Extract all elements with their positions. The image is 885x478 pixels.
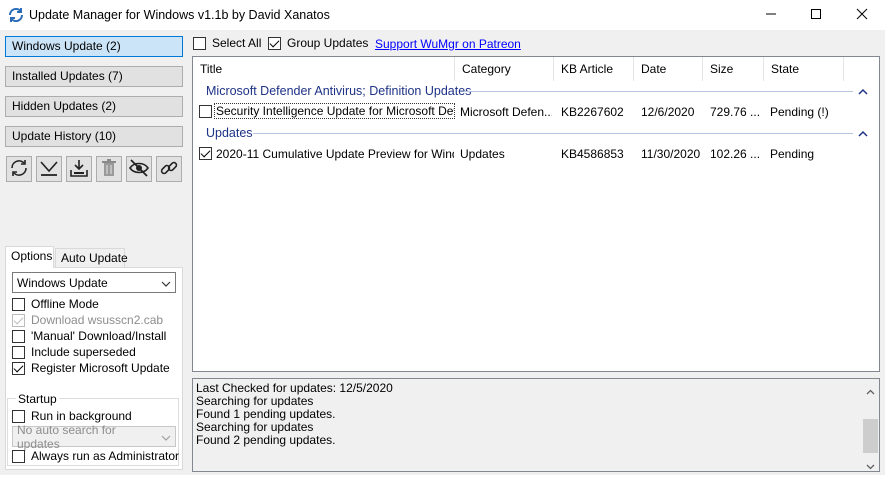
row-date: 12/6/2020 bbox=[641, 105, 695, 119]
checkbox-box bbox=[12, 329, 25, 343]
checkbox-box bbox=[12, 297, 25, 311]
trash-icon bbox=[99, 158, 119, 181]
checkbox-box bbox=[12, 345, 25, 359]
title-bar: Update Manager for Windows v1.1b by Davi… bbox=[0, 0, 885, 30]
nav-update-history[interactable]: Update History (10) bbox=[5, 126, 183, 147]
checkbox-label: Always run as Administrator bbox=[31, 449, 180, 463]
checkbox-label: Select All bbox=[212, 36, 262, 50]
checkbox-label: Download wsusscn2.cab bbox=[31, 313, 164, 327]
window-title: Update Manager for Windows v1.1b by Davi… bbox=[29, 8, 330, 22]
minimize-icon bbox=[765, 8, 777, 23]
checkbox-box bbox=[12, 361, 25, 375]
source-select-value: Windows Update bbox=[17, 275, 108, 290]
checkbox-label: Include superseded bbox=[31, 345, 136, 359]
column-header-title[interactable]: Title bbox=[193, 57, 455, 81]
row-category: Microsoft Defen... bbox=[460, 105, 552, 119]
include-superseded-checkbox[interactable]: Include superseded bbox=[12, 344, 136, 360]
checkbox-box bbox=[193, 36, 206, 50]
nav-windows-update[interactable]: Windows Update (2) bbox=[5, 36, 183, 57]
column-header-category[interactable]: Category bbox=[455, 57, 554, 81]
checkbox-label: Group Updates bbox=[287, 36, 369, 50]
tab-auto-update[interactable]: Auto Update bbox=[55, 248, 128, 268]
column-header-size[interactable]: Size bbox=[703, 57, 764, 81]
support-patreon-link[interactable]: Support WuMgr on Patreon bbox=[375, 37, 521, 51]
group-updates-checkbox[interactable]: Group Updates bbox=[268, 35, 368, 51]
select-all-checkbox[interactable]: Select All bbox=[193, 35, 261, 51]
log-line: Found 2 pending updates. bbox=[196, 433, 336, 447]
scroll-up-icon[interactable] bbox=[866, 384, 875, 398]
scroll-thumb[interactable] bbox=[863, 419, 878, 453]
row-kb-article: KB4586853 bbox=[561, 147, 624, 161]
refresh-icon bbox=[9, 158, 29, 181]
checkbox-box bbox=[12, 409, 25, 423]
auto-search-select-value: No auto search for updates bbox=[17, 422, 116, 451]
install-button[interactable] bbox=[66, 156, 92, 182]
source-select[interactable]: Windows Update bbox=[12, 272, 176, 293]
nav-installed-updates[interactable]: Installed Updates (7) bbox=[5, 66, 183, 87]
checkbox-box bbox=[12, 313, 25, 327]
offline-mode-checkbox[interactable]: Offline Mode bbox=[12, 296, 99, 312]
log-scrollbar[interactable] bbox=[862, 379, 879, 471]
refresh-button[interactable] bbox=[6, 156, 32, 182]
tab-options[interactable]: Options bbox=[5, 246, 54, 268]
auto-search-select: No auto search for updates bbox=[12, 423, 176, 451]
log-panel[interactable]: Last Checked for updates: 12/5/2020 Sear… bbox=[192, 378, 880, 472]
install-icon bbox=[69, 158, 89, 181]
delete-button[interactable] bbox=[96, 156, 122, 182]
register-microsoft-update-checkbox[interactable]: Register Microsoft Update bbox=[12, 360, 170, 376]
row-category: Updates bbox=[460, 147, 505, 161]
collapse-up-icon[interactable] bbox=[858, 85, 868, 99]
link-icon bbox=[159, 158, 179, 181]
group-header-updates[interactable]: Updates bbox=[206, 126, 253, 140]
row-date: 11/30/2020 bbox=[641, 147, 701, 161]
collapse-up-icon[interactable] bbox=[858, 127, 868, 141]
options-panel: Windows Update Offline Mode Download wsu… bbox=[5, 267, 183, 470]
chevron-down-icon bbox=[161, 430, 171, 444]
minimize-button[interactable] bbox=[748, 0, 794, 30]
group-header-defender[interactable]: Microsoft Defender Antivirus; Definition… bbox=[206, 84, 471, 98]
table-row[interactable]: 2020-11 Cumulative Update Preview for Wi… bbox=[193, 142, 879, 164]
link-button[interactable] bbox=[156, 156, 182, 182]
checkbox-box bbox=[12, 449, 25, 463]
row-size: 729.76 ... bbox=[710, 105, 761, 119]
maximize-icon bbox=[810, 8, 822, 23]
checkbox-label: 'Manual' Download/Install bbox=[31, 329, 167, 343]
refresh-arrows-icon bbox=[7, 6, 25, 24]
close-icon bbox=[856, 8, 868, 23]
row-state: Pending (!) bbox=[770, 105, 829, 119]
scroll-down-icon[interactable] bbox=[866, 459, 875, 473]
checkbox-label: Offline Mode bbox=[31, 297, 99, 311]
row-title: 2020-11 Cumulative Update Preview for Wi… bbox=[216, 147, 454, 161]
manual-download-install-checkbox[interactable]: 'Manual' Download/Install bbox=[12, 328, 166, 344]
startup-legend: Startup bbox=[16, 392, 59, 406]
close-button[interactable] bbox=[839, 0, 885, 30]
download-wsusscn2-checkbox: Download wsusscn2.cab bbox=[12, 312, 163, 328]
maximize-button[interactable] bbox=[793, 0, 839, 30]
group-divider bbox=[253, 133, 853, 134]
checkbox-label: Register Microsoft Update bbox=[31, 361, 170, 375]
update-list[interactable]: Title Category KB Article Date Size Stat… bbox=[192, 56, 880, 372]
row-state: Pending bbox=[770, 147, 815, 161]
checkbox-box bbox=[268, 36, 281, 50]
nav-hidden-updates[interactable]: Hidden Updates (2) bbox=[5, 96, 183, 117]
chevron-down-icon bbox=[161, 276, 171, 290]
column-header-date[interactable]: Date bbox=[634, 57, 703, 81]
row-size: 102.26 ... bbox=[710, 147, 761, 161]
row-checkbox[interactable] bbox=[199, 147, 212, 160]
hide-button[interactable] bbox=[126, 156, 152, 182]
download-icon bbox=[39, 158, 59, 181]
hide-icon bbox=[128, 158, 150, 181]
checkbox-label: Run in background bbox=[31, 409, 132, 423]
log-lines: Last Checked for updates: 12/5/2020 Sear… bbox=[196, 382, 393, 447]
table-row[interactable]: Security Intelligence Update for Microso… bbox=[193, 100, 879, 122]
column-header-state[interactable]: State bbox=[764, 57, 844, 81]
row-checkbox[interactable] bbox=[199, 105, 212, 118]
column-header-kb-article[interactable]: KB Article bbox=[554, 57, 634, 81]
row-kb-article: KB2267602 bbox=[561, 105, 624, 119]
group-divider bbox=[464, 91, 853, 92]
always-run-admin-checkbox[interactable]: Always run as Administrator bbox=[12, 448, 179, 464]
row-title: Security Intelligence Update for Microso… bbox=[214, 103, 455, 119]
download-button[interactable] bbox=[36, 156, 62, 182]
